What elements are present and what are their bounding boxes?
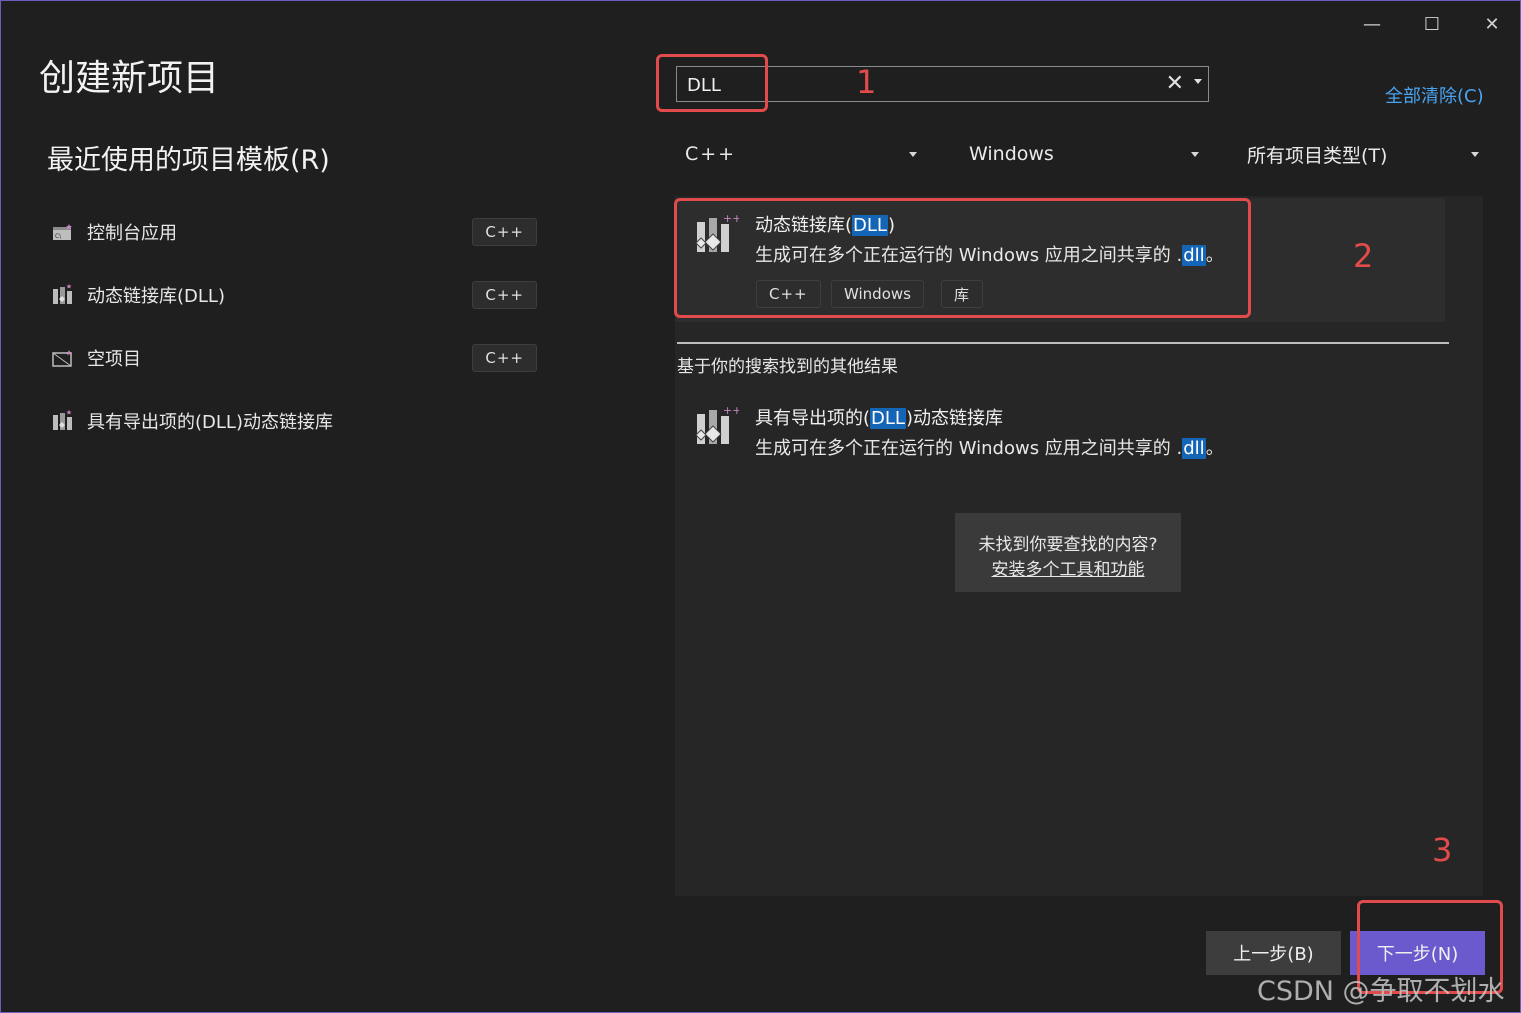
recent-item-label: 空项目 [87,349,141,370]
result-description: 生成可在多个正在运行的 Windows 应用之间共享的 .dll。 [755,438,1224,459]
not-found-text: 未找到你要查找的内容? [978,535,1158,555]
annotation-number: 1 [856,63,877,101]
platform-filter-value: Windows [969,143,1054,165]
install-tools-link[interactable]: 安装多个工具和功能 [955,555,1181,580]
result-title: 具有导出项的(DLL)动态链接库 [755,408,1003,429]
svg-text:++: ++ [723,404,739,417]
language-tag: C++ [472,281,537,309]
recent-item-dll[interactable]: 动态链接库(DLL) C++ [51,275,541,315]
maximize-icon: ☐ [1423,13,1441,35]
result-item-dll-exports[interactable]: ++ 具有导出项的(DLL)动态链接库 生成可在多个正在运行的 Windows … [675,392,1445,472]
language-tag: C++ [472,218,537,246]
language-filter-value: C++ [685,143,737,165]
svg-text:C\: C\ [55,233,62,240]
project-type-filter-value: 所有项目类型(T) [1247,144,1388,167]
language-filter-dropdown[interactable]: C++ [685,138,917,170]
language-tag: C++ [472,344,537,372]
search-dropdown-caret-icon[interactable] [1194,79,1202,84]
maximize-button[interactable]: ☐ [1409,7,1455,41]
annotation-number: 3 [1432,831,1453,869]
create-project-window: — ☐ ✕ 创建新项目 最近使用的项目模板(R) C\ 控制台应用 C++ 动态… [0,0,1521,1013]
recent-templates-heading: 最近使用的项目模板(R) [47,145,330,176]
clear-search-icon[interactable]: ✕ [1166,71,1184,96]
results-divider [677,342,1449,344]
minimize-button[interactable]: — [1349,7,1395,41]
recent-item-empty-project[interactable]: 空项目 C++ [51,338,541,378]
annotation-number: 2 [1353,237,1374,275]
empty-project-icon [51,347,75,369]
not-found-panel: 未找到你要查找的内容? 安装多个工具和功能 [955,513,1181,592]
recent-item-label: 动态链接库(DLL) [87,286,225,307]
annotation-box-search [656,54,768,112]
minimize-icon: — [1363,13,1381,35]
recent-item-label: 具有导出项的(DLL)动态链接库 [87,412,333,433]
close-button[interactable]: ✕ [1469,7,1515,41]
chevron-down-icon [1471,152,1479,157]
page-title: 创建新项目 [39,58,220,99]
recent-item-label: 控制台应用 [87,223,177,244]
dll-library-icon [51,284,75,306]
watermark: CSDN @争取不划水 [1257,976,1505,1007]
chevron-down-icon [1191,152,1199,157]
recent-item-dll-exports[interactable]: 具有导出项的(DLL)动态链接库 [51,401,541,441]
project-type-filter-dropdown[interactable]: 所有项目类型(T) [1247,138,1479,170]
close-icon: ✕ [1484,13,1500,35]
chevron-down-icon [909,152,917,157]
platform-filter-dropdown[interactable]: Windows [969,138,1199,170]
dll-library-icon: ++ [695,404,739,444]
clear-all-link[interactable]: 全部清除(C) [1385,82,1484,108]
other-results-heading: 基于你的搜索找到的其他结果 [677,357,898,377]
annotation-box-result [674,198,1251,318]
dll-library-icon [51,410,75,432]
console-app-icon: C\ [51,221,75,243]
recent-item-console-app[interactable]: C\ 控制台应用 C++ [51,212,541,252]
